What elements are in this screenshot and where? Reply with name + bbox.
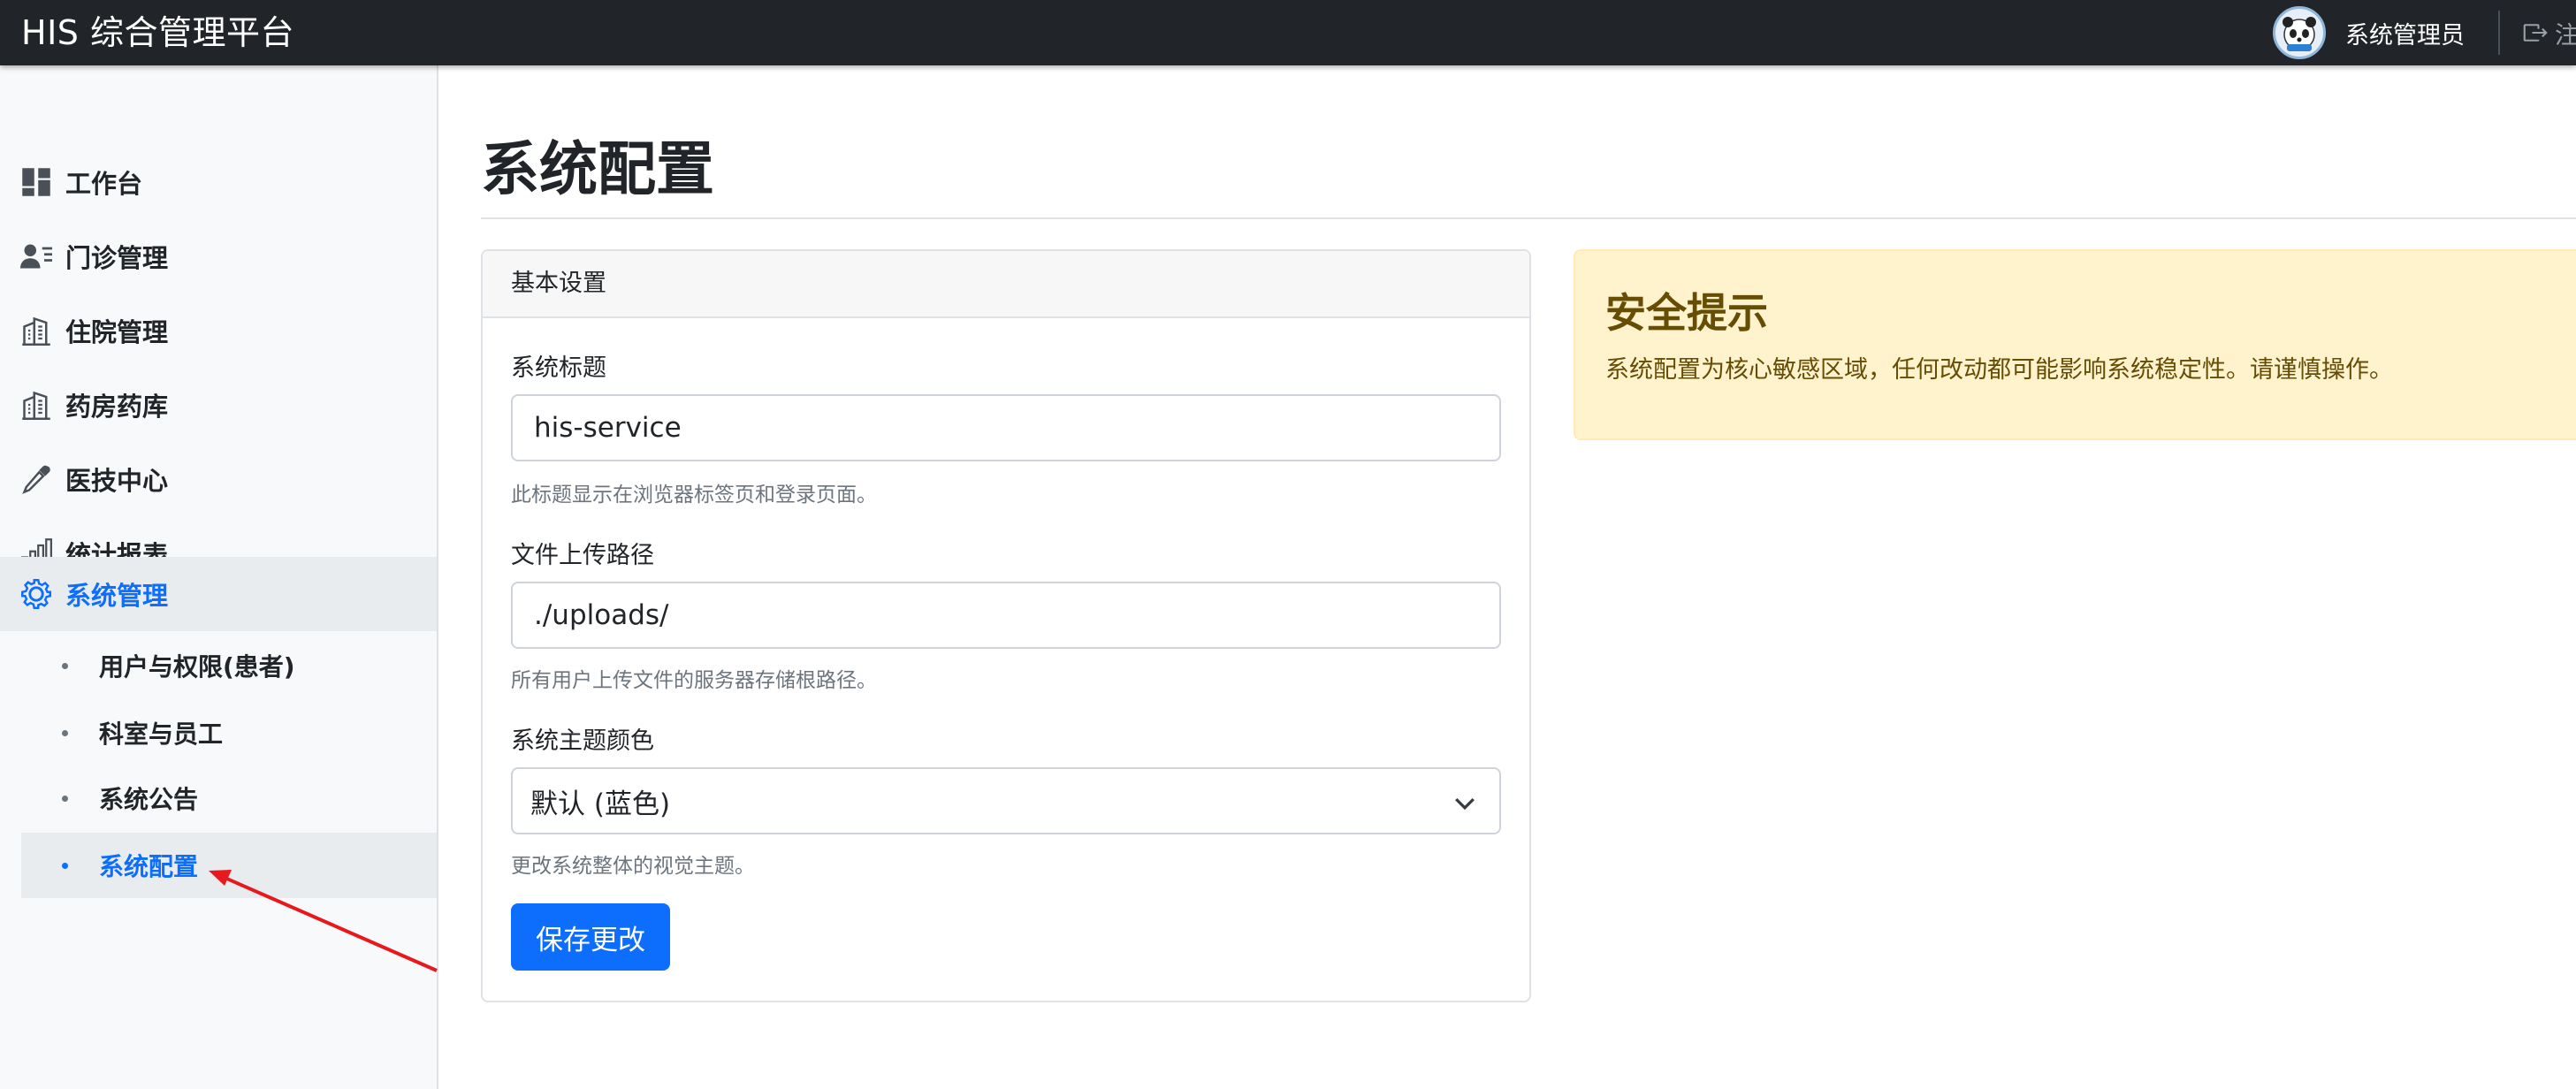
- sidebar: 工作台 门诊管理 住院管理 药房药库 医技中心 统计报表 系统管理 用户与权限(…: [0, 65, 438, 1089]
- sidebar-subitem-users[interactable]: 用户与权限(患者): [21, 633, 437, 698]
- sidebar-item-label: 工作台: [65, 169, 143, 199]
- sidebar-subitem-label: 用户与权限(患者): [99, 652, 295, 682]
- page-title: 系统配置: [481, 135, 714, 203]
- chevron-down-icon: [1455, 797, 1475, 811]
- alert-title: 安全提示: [1605, 289, 1768, 337]
- sidebar-item-label: 系统管理: [65, 581, 169, 611]
- sidebar-subitem-label: 科室与员工: [99, 720, 224, 749]
- box-arrow-right-icon: [2523, 24, 2548, 42]
- sidebar-subitem-announcements[interactable]: 系统公告: [21, 765, 437, 831]
- sidebar-item-dashboard[interactable]: 工作台: [0, 145, 437, 219]
- sidebar-item-label: 门诊管理: [65, 243, 169, 273]
- basic-settings-card: 基本设置 系统标题 此标题显示在浏览器标签页和登录页面。 文件上传路径 所有用户…: [481, 249, 1531, 1002]
- eyedropper-icon: [19, 462, 53, 496]
- panda-avatar-icon: [2283, 17, 2316, 51]
- top-navbar: HIS 综合管理平台 系统管理员 注销: [0, 0, 2576, 65]
- sidebar-item-pharmacy[interactable]: 药房药库: [0, 368, 437, 442]
- sidebar-subitem-departments[interactable]: 科室与员工: [21, 700, 437, 765]
- sidebar-subitem-label: 系统公告: [99, 785, 199, 814]
- sidebar-item-label: 医技中心: [65, 466, 169, 496]
- system-title-input[interactable]: [511, 394, 1501, 461]
- sidebar-item-label: 住院管理: [65, 317, 169, 347]
- upload-path-label: 文件上传路径: [511, 542, 654, 569]
- building-icon: [19, 314, 53, 347]
- theme-color-help: 更改系统整体的视觉主题。: [511, 855, 755, 878]
- person-lines-icon: [19, 240, 53, 273]
- bullet-icon: [62, 663, 68, 669]
- logout-label: 注销: [2555, 21, 2576, 50]
- dashboard-icon: [19, 165, 53, 199]
- sidebar-subitem-config[interactable]: 系统配置: [21, 833, 437, 898]
- theme-color-label: 系统主题颜色: [511, 727, 654, 755]
- theme-color-value: 默认 (蓝色): [530, 788, 671, 820]
- sidebar-item-system[interactable]: 系统管理: [0, 557, 437, 631]
- system-title-label: 系统标题: [511, 354, 606, 382]
- sidebar-item-inpatient[interactable]: 住院管理: [0, 293, 437, 368]
- logout-link[interactable]: 注销: [2523, 16, 2576, 50]
- system-title-help: 此标题显示在浏览器标签页和登录页面。: [511, 484, 877, 506]
- user-area: 系统管理员 注销: [2273, 0, 2576, 65]
- security-alert: 安全提示 系统配置为核心敏感区域，任何改动都可能影响系统稳定性。请谨慎操作。: [1574, 249, 2576, 440]
- user-avatar[interactable]: [2273, 6, 2326, 59]
- app-brand[interactable]: HIS 综合管理平台: [21, 0, 294, 65]
- card-header: 基本设置: [483, 251, 1529, 318]
- sidebar-item-label: 药房药库: [65, 392, 169, 422]
- sidebar-subitem-label: 系统配置: [99, 852, 199, 881]
- theme-color-select[interactable]: 默认 (蓝色): [511, 767, 1501, 834]
- gear-icon: [19, 577, 53, 611]
- upload-path-help: 所有用户上传文件的服务器存储根路径。: [511, 669, 877, 692]
- user-name[interactable]: 系统管理员: [2345, 16, 2465, 50]
- upload-path-input[interactable]: [511, 582, 1501, 649]
- navbar-divider: [2498, 11, 2500, 55]
- title-divider: [481, 217, 2576, 219]
- bullet-icon: [62, 796, 68, 802]
- building-icon: [19, 388, 53, 422]
- save-button[interactable]: 保存更改: [511, 903, 670, 971]
- alert-text: 系统配置为核心敏感区域，任何改动都可能影响系统稳定性。请谨慎操作。: [1605, 356, 2393, 384]
- bullet-icon: [62, 863, 68, 869]
- sidebar-item-outpatient[interactable]: 门诊管理: [0, 219, 437, 293]
- sidebar-item-medtech[interactable]: 医技中心: [0, 442, 437, 516]
- bullet-icon: [62, 730, 68, 736]
